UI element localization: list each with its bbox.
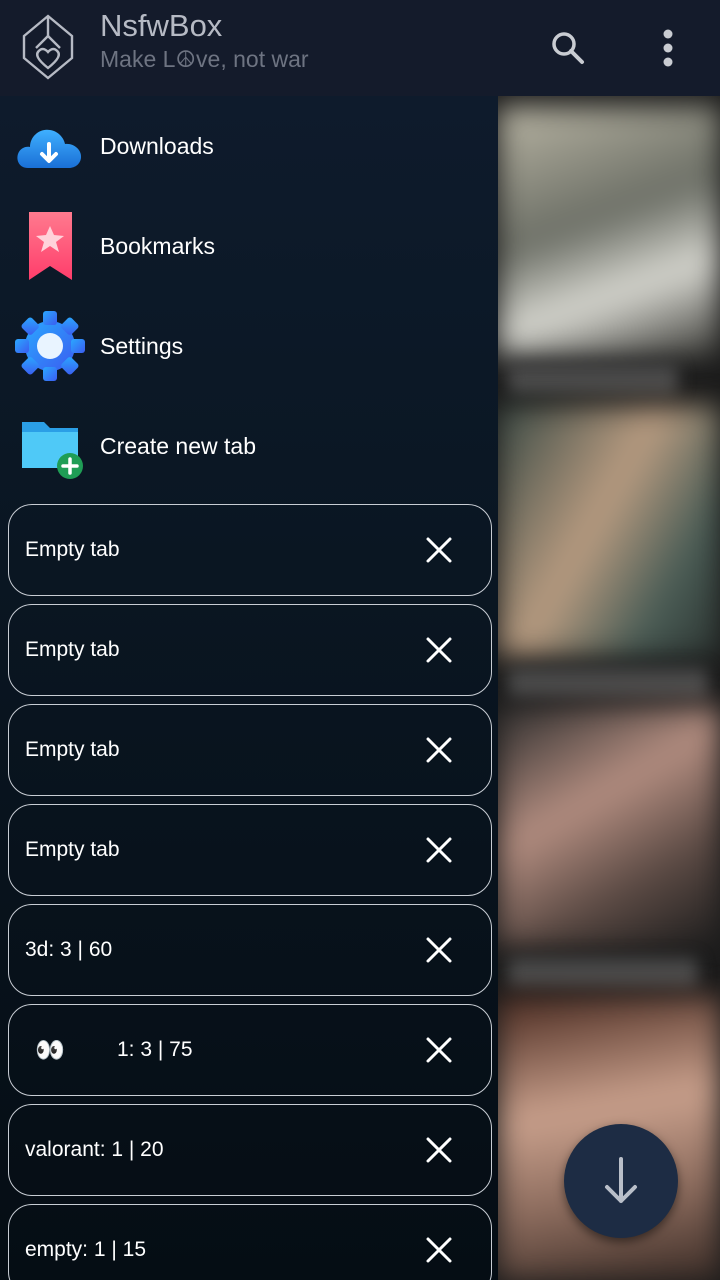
tab-item[interactable]: Empty tab	[8, 804, 492, 896]
close-icon[interactable]	[419, 730, 459, 770]
tab-item[interactable]: valorant: 1 | 20	[8, 1104, 492, 1196]
app-subtitle: Make L☮ve, not war	[100, 46, 309, 72]
close-icon[interactable]	[419, 1130, 459, 1170]
drawer-item-label: Downloads	[100, 132, 214, 159]
tab-label: empty: 1 | 15	[25, 1238, 147, 1261]
tab-item[interactable]: Empty tab	[8, 604, 492, 696]
drawer-item-bookmarks[interactable]: Bookmarks	[0, 196, 498, 296]
close-icon[interactable]	[419, 530, 459, 570]
tab-item[interactable]: 👀 1: 3 | 75	[8, 1004, 492, 1096]
search-icon	[552, 32, 584, 64]
tab-item[interactable]: empty: 1 | 15	[8, 1204, 492, 1280]
gear-icon	[15, 311, 85, 381]
navigation-drawer: Downloads Bookmarks Settings Create new …	[0, 96, 498, 1280]
drawer-item-label: Settings	[100, 332, 184, 359]
close-icon[interactable]	[419, 1230, 459, 1270]
cloud-download-icon	[17, 129, 82, 168]
tab-item[interactable]: Empty tab	[8, 704, 492, 796]
tab-label: Empty tab	[25, 738, 120, 761]
drawer-item-label: Create new tab	[100, 432, 256, 459]
drawer-item-downloads[interactable]: Downloads	[0, 96, 498, 196]
more-vert-icon	[663, 29, 673, 67]
close-icon[interactable]	[419, 830, 459, 870]
drawer-item-create-new-tab[interactable]: Create new tab	[0, 396, 498, 496]
folder-add-icon	[22, 422, 83, 479]
gallery-card[interactable]	[498, 406, 720, 698]
tab-label: 3d: 3 | 60	[25, 938, 113, 961]
drawer-item-label: Bookmarks	[100, 232, 216, 259]
tab-label: Empty tab	[25, 638, 120, 661]
overflow-menu-button[interactable]	[640, 20, 696, 76]
background-gallery	[498, 96, 720, 1280]
tab-label: Empty tab	[25, 838, 120, 861]
gallery-card[interactable]	[498, 96, 720, 396]
close-icon[interactable]	[419, 630, 459, 670]
close-icon[interactable]	[419, 1030, 459, 1070]
arrow-down-icon	[605, 1157, 637, 1203]
search-button[interactable]	[540, 20, 596, 76]
scroll-down-fab[interactable]	[564, 1124, 678, 1238]
tab-item[interactable]: Empty tab	[8, 504, 492, 596]
drawer-item-settings[interactable]: Settings	[0, 296, 498, 396]
tab-item[interactable]: 3d: 3 | 60	[8, 904, 492, 996]
eyes-emoji: 👀	[35, 1037, 65, 1064]
app-logo-icon	[22, 14, 74, 80]
tab-label: valorant: 1 | 20	[25, 1138, 164, 1161]
app-bar: NsfwBox Make L☮ve, not war	[0, 0, 720, 96]
tab-label: 1: 3 | 75	[117, 1038, 193, 1061]
bookmark-star-icon	[29, 212, 72, 280]
gallery-card[interactable]	[498, 706, 720, 996]
app-title: NsfwBox	[100, 8, 223, 43]
tab-label: Empty tab	[25, 538, 120, 561]
close-icon[interactable]	[419, 930, 459, 970]
